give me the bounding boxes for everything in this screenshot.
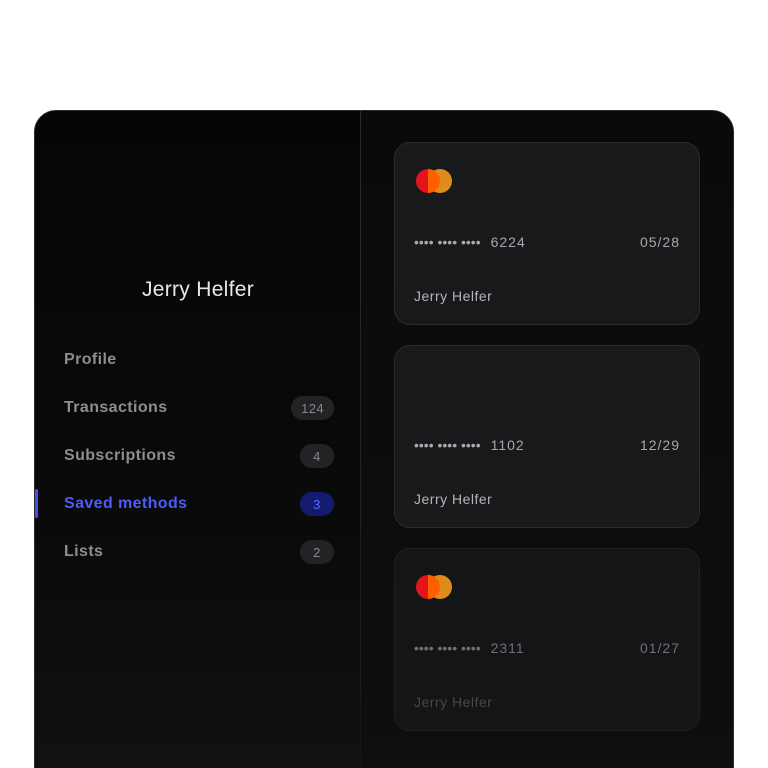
mastercard-icon <box>416 575 452 599</box>
sidebar-item-label: Profile <box>64 351 117 368</box>
card-number-mask: •••• •••• •••• <box>414 437 481 453</box>
payment-card[interactable]: •••• •••• •••• 6224 05/28 Jerry Helfer <box>394 142 700 325</box>
card-number: •••• •••• •••• 1102 <box>414 437 525 453</box>
sidebar-item-label: Saved methods <box>64 495 188 512</box>
card-number: •••• •••• •••• 2311 <box>414 640 525 656</box>
count-badge: 4 <box>300 444 334 468</box>
sidebar-item-label: Lists <box>64 543 104 560</box>
sidebar: Jerry Helfer Profile Transactions 124 Su… <box>35 111 361 768</box>
sidebar-item-saved-methods[interactable]: Saved methods 3 <box>35 480 361 528</box>
account-window: Jerry Helfer Profile Transactions 124 Su… <box>34 110 734 768</box>
card-last4: 2311 <box>490 640 525 656</box>
sidebar-nav: Profile Transactions 124 Subscriptions 4… <box>35 336 361 576</box>
sidebar-item-lists[interactable]: Lists 2 <box>35 528 361 576</box>
card-holder: Jerry Helfer <box>414 491 493 507</box>
count-badge: 2 <box>300 540 334 564</box>
count-badge: 3 <box>300 492 334 516</box>
payment-card[interactable]: •••• •••• •••• 2311 01/27 Jerry Helfer <box>394 548 700 731</box>
card-last4: 6224 <box>490 234 526 250</box>
user-name: Jerry Helfer <box>141 278 255 301</box>
card-number-mask: •••• •••• •••• <box>414 234 481 250</box>
card-number: •••• •••• •••• 6224 <box>414 234 526 250</box>
sidebar-item-subscriptions[interactable]: Subscriptions 4 <box>35 432 361 480</box>
card-last4: 1102 <box>490 437 525 453</box>
card-expiry: 12/29 <box>639 437 680 453</box>
card-number-mask: •••• •••• •••• <box>414 640 481 656</box>
saved-methods-panel: •••• •••• •••• 6224 05/28 Jerry Helfer ••… <box>361 111 733 768</box>
card-holder: Jerry Helfer <box>414 694 493 710</box>
mastercard-icon <box>416 169 452 193</box>
card-expiry: 05/28 <box>639 234 680 250</box>
card-expiry: 01/27 <box>639 640 680 656</box>
sidebar-item-label: Transactions <box>64 399 168 416</box>
card-holder: Jerry Helfer <box>414 288 493 304</box>
count-badge: 124 <box>291 396 334 420</box>
sidebar-item-label: Subscriptions <box>64 447 176 464</box>
sidebar-item-profile[interactable]: Profile <box>35 336 361 384</box>
payment-card[interactable]: •••• •••• •••• 1102 12/29 Jerry Helfer <box>394 345 700 528</box>
sidebar-item-transactions[interactable]: Transactions 124 <box>35 384 361 432</box>
